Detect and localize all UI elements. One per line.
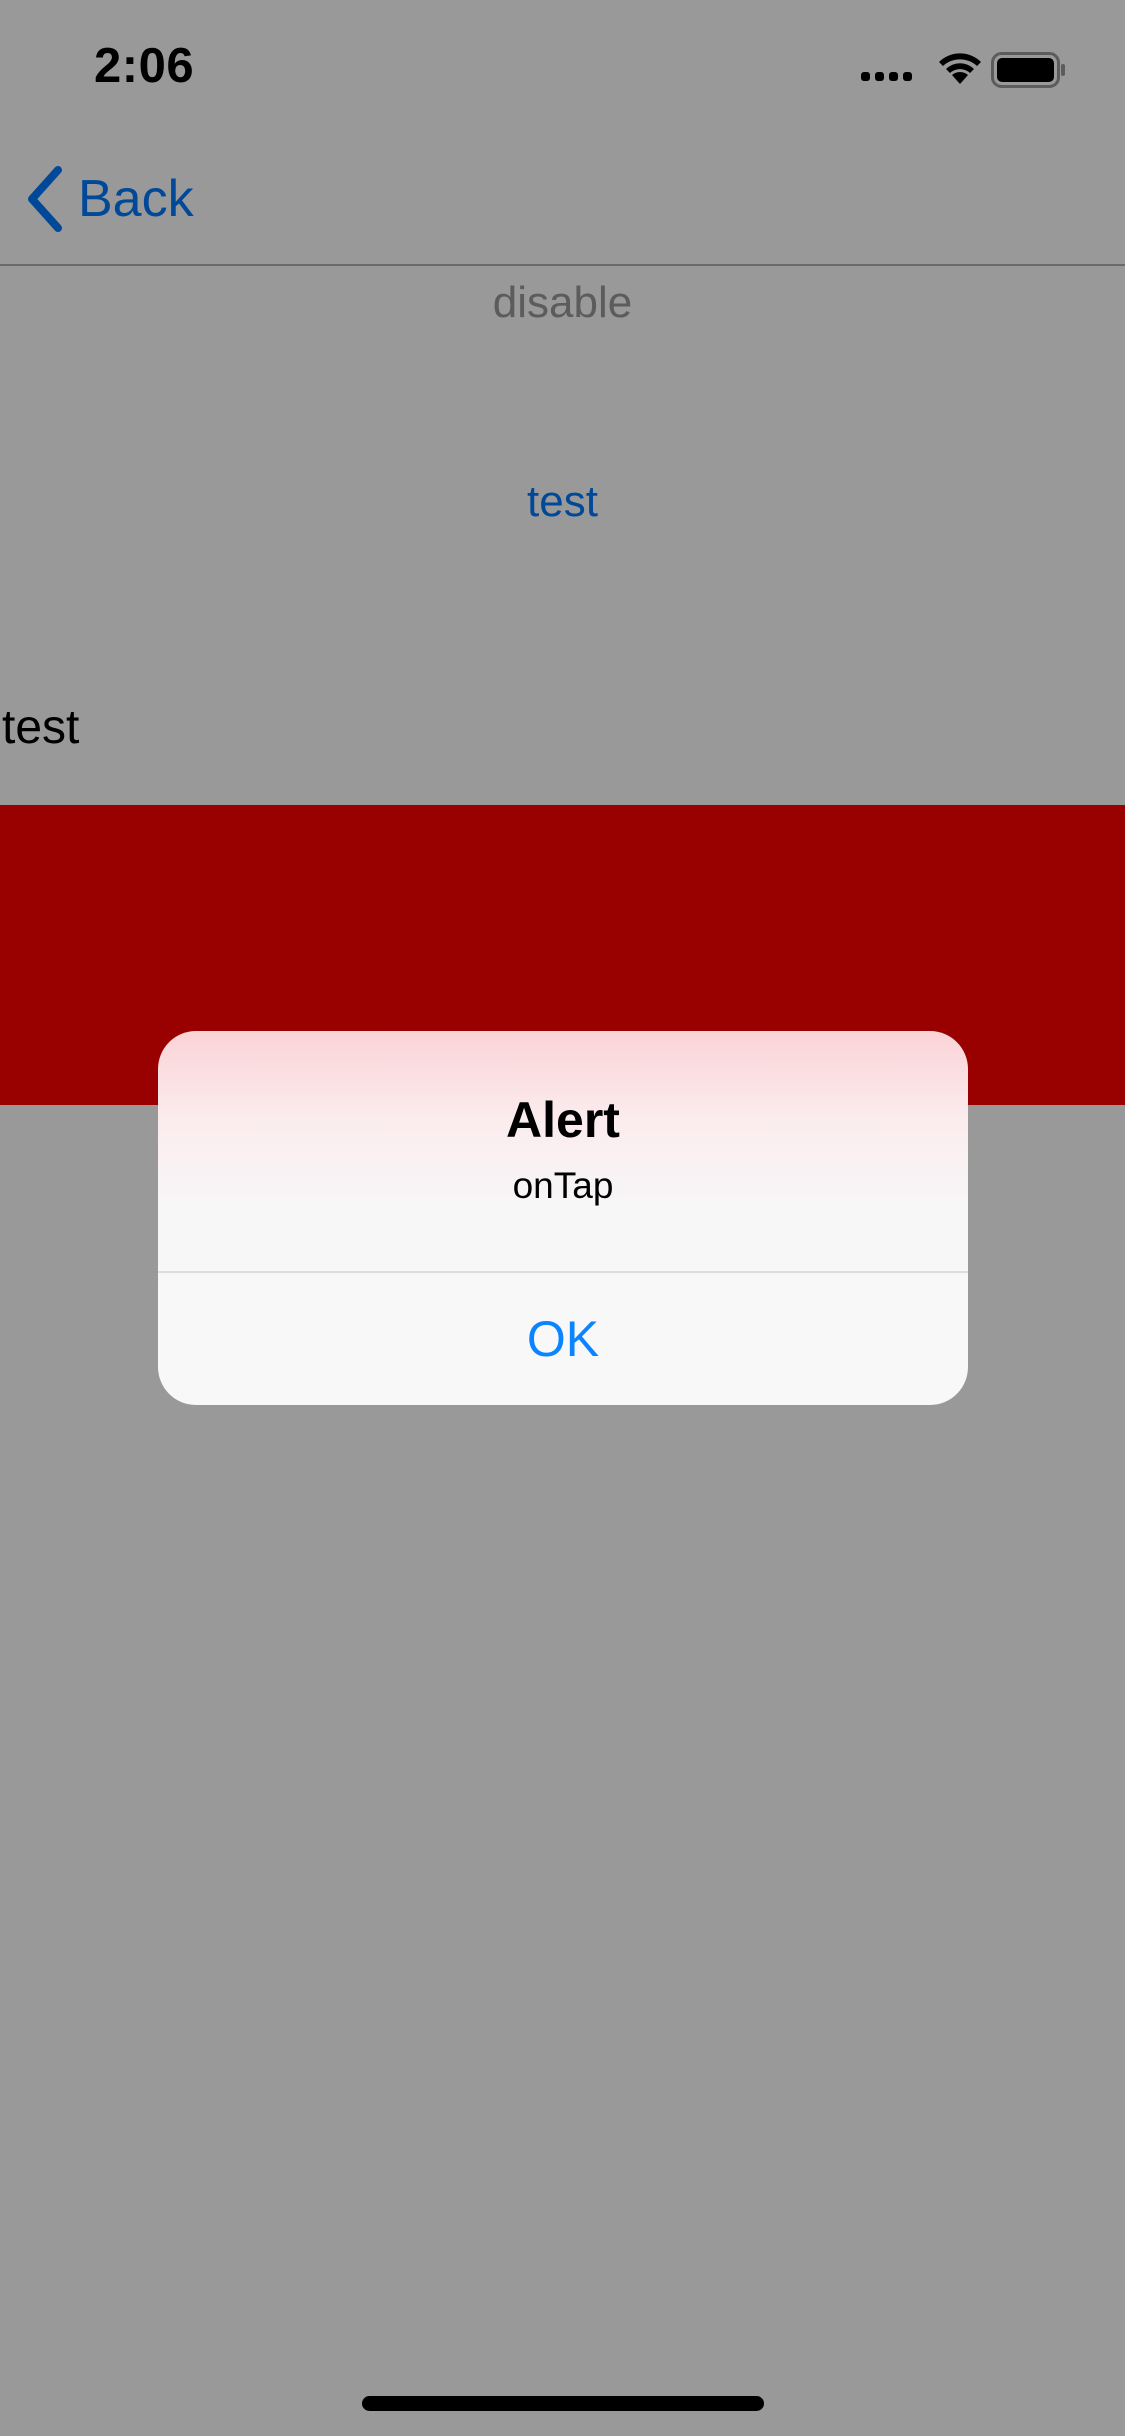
home-indicator[interactable] [362, 2396, 764, 2411]
alert-title: Alert [506, 1092, 620, 1148]
alert-dialog: Alert onTap OK [158, 1031, 968, 1405]
alert-message: onTap [512, 1165, 614, 1206]
alert-ok-button[interactable]: OK [158, 1273, 968, 1405]
